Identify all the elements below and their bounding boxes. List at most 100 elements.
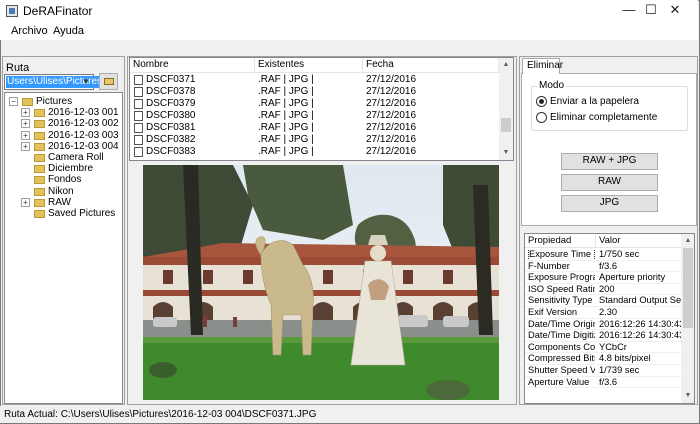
file-name: DSCF0371 [146, 74, 196, 85]
property-row[interactable]: ISO Speed Ratings 200 [525, 284, 682, 296]
column-header-fecha[interactable]: Fecha [363, 58, 499, 73]
tree-node[interactable]: − Pictures [7, 96, 119, 107]
property-row[interactable]: Date/Time Digitiz... 2016:12:26 14:30:43 [525, 330, 682, 342]
property-value: YCbCr [599, 341, 627, 352]
folder-icon [34, 198, 45, 207]
tree-node[interactable]: Diciembre [7, 163, 119, 174]
prop-header-propiedad[interactable]: Propiedad [525, 234, 596, 248]
tree-node[interactable]: + RAW [7, 197, 119, 208]
radio-eliminar-completamente-label[interactable]: Eliminar completamente [550, 112, 657, 123]
tree-node-label[interactable]: 2016-12-03 002 [48, 118, 119, 129]
folder-icon [34, 153, 45, 162]
tree-node-label[interactable]: Fondos [48, 174, 81, 185]
tree-node-label[interactable]: Diciembre [48, 163, 93, 174]
file-name: DSCF0382 [146, 134, 196, 145]
properties-list[interactable]: Propiedad Valor Exposure Time 1/750 sec F-… [524, 233, 695, 404]
file-row[interactable]: DSCF0371 .RAF | JPG | 27/12/2016 [130, 74, 499, 86]
tree-node-label[interactable]: 2016-12-03 003 [48, 130, 119, 141]
property-row[interactable]: F-Number f/3.6 [525, 261, 682, 273]
prop-header-valor[interactable]: Valor [596, 234, 682, 248]
file-row[interactable]: DSCF0378 .RAF | JPG | 27/12/2016 [130, 86, 499, 98]
menu-ayuda[interactable]: Ayuda [53, 25, 84, 37]
property-name: F-Number [528, 260, 570, 271]
file-row[interactable]: DSCF0381 .RAF | JPG | 27/12/2016 [130, 122, 499, 134]
tree-node[interactable]: +2016-12-03 002 [7, 118, 119, 129]
expand-icon[interactable]: + [21, 141, 30, 151]
file-fecha: 27/12/2016 [366, 86, 417, 97]
expand-icon[interactable]: + [21, 108, 30, 118]
scroll-down-icon[interactable]: ▼ [681, 389, 694, 403]
radio-enviar-papelera-label[interactable]: Enviar a la papelera [550, 96, 639, 107]
file-list-scrollbar[interactable]: ▲ ▼ [499, 58, 513, 160]
property-value: 1/739 sec [599, 364, 640, 375]
file-row[interactable]: DSCF0382 .RAF | JPG | 27/12/2016 [130, 134, 499, 146]
browse-folder-button[interactable] [99, 73, 118, 90]
collapse-icon[interactable]: − [9, 97, 18, 106]
file-row[interactable]: DSCF0380 .RAF | JPG | 27/12/2016 [130, 110, 499, 122]
file-row[interactable]: DSCF0379 .RAF | JPG | 27/12/2016 [130, 98, 499, 110]
jpg-button[interactable]: JPG [561, 195, 658, 212]
tree-node-label[interactable]: RAW [48, 197, 71, 208]
scroll-thumb[interactable] [501, 118, 511, 132]
tree-node-label[interactable]: Nikon [48, 186, 74, 197]
scroll-down-icon[interactable]: ▼ [499, 146, 513, 160]
property-row[interactable]: Components Conf... YCbCr [525, 342, 682, 354]
folder-tree[interactable]: − Pictures +2016-12-03 001 +2016-12-03 002 +… [4, 92, 123, 404]
tree-node-label[interactable]: Camera Roll [48, 152, 104, 163]
image-file-icon [134, 87, 143, 97]
file-existentes: .RAF | JPG | [258, 134, 314, 145]
property-row[interactable]: Aperture Value f/3.6 [525, 377, 682, 389]
tree-node[interactable]: +2016-12-03 004 [7, 141, 119, 152]
modo-group-title: Modo [537, 80, 567, 91]
property-row[interactable]: Exif Version 2.30 [525, 307, 682, 319]
tree-node-label[interactable]: 2016-12-03 004 [48, 141, 119, 152]
expand-icon[interactable]: + [21, 197, 30, 207]
properties-scrollbar[interactable]: ▲ ▼ [681, 234, 694, 403]
tree-node[interactable]: +2016-12-03 001 [7, 107, 119, 118]
scroll-up-icon[interactable]: ▲ [681, 234, 694, 248]
tree-node[interactable]: Nikon [7, 186, 119, 197]
property-row[interactable]: Compressed Bits ... 4.8 bits/pixel [525, 353, 682, 365]
expand-icon[interactable]: + [21, 130, 30, 140]
raw-jpg-button[interactable]: RAW + JPG [561, 153, 658, 170]
tab-eliminar[interactable]: Eliminar [522, 58, 563, 74]
tree-node[interactable]: Camera Roll [7, 152, 119, 163]
path-combo[interactable]: Users\Ulises\Pictures ▼ [4, 74, 104, 90]
tree-node[interactable]: +2016-12-03 003 [7, 130, 119, 141]
app-icon [6, 5, 18, 17]
tree-node[interactable]: Fondos [7, 174, 119, 185]
radio-enviar-papelera[interactable] [536, 96, 547, 107]
modo-groupbox [531, 86, 688, 131]
raw-button[interactable]: RAW [561, 174, 658, 191]
expand-icon[interactable]: + [21, 119, 30, 129]
folder-icon [104, 78, 114, 85]
tree-node[interactable]: Saved Pictures [7, 208, 119, 219]
property-row[interactable]: Shutter Speed Va... 1/739 sec [525, 365, 682, 377]
file-list[interactable]: Nombre Existentes Fecha DSCF0371 .RAF | J… [129, 57, 514, 161]
scroll-up-icon[interactable]: ▲ [499, 58, 513, 72]
scroll-thumb[interactable] [683, 248, 693, 328]
property-value: f/3.6 [599, 260, 618, 271]
property-value: f/3.6 [599, 376, 618, 387]
radio-eliminar-completamente[interactable] [536, 112, 547, 123]
property-name: Sensitivity Type [528, 295, 593, 306]
property-row[interactable]: Exposure Time 1/750 sec [525, 249, 682, 261]
menu-archivo[interactable]: Archivo [11, 25, 48, 37]
property-row[interactable]: Sensitivity Type Standard Output Sensiti [525, 295, 682, 307]
tree-node-label[interactable]: Pictures [36, 96, 72, 107]
tree-node-label[interactable]: Saved Pictures [48, 208, 115, 219]
property-row[interactable]: Date/Time Original 2016:12:26 14:30:43 [525, 319, 682, 331]
property-row[interactable]: Exposure Program Aperture priority [525, 272, 682, 284]
folder-icon [34, 142, 45, 151]
file-existentes: .RAF | JPG | [258, 98, 314, 109]
folder-icon [34, 209, 45, 218]
column-header-nombre[interactable]: Nombre [130, 58, 255, 73]
property-value: 4.8 bits/pixel [599, 353, 651, 364]
column-header-existentes[interactable]: Existentes [255, 58, 363, 73]
close-button[interactable]: ✕ [652, 0, 698, 22]
property-value: Standard Output Sensiti [599, 295, 681, 306]
property-name: ISO Speed Ratings [528, 283, 595, 294]
file-row[interactable]: DSCF0383 .RAF | JPG | 27/12/2016 [130, 146, 499, 158]
chevron-down-icon[interactable]: ▼ [80, 76, 92, 88]
tree-node-label[interactable]: 2016-12-03 001 [48, 107, 119, 118]
